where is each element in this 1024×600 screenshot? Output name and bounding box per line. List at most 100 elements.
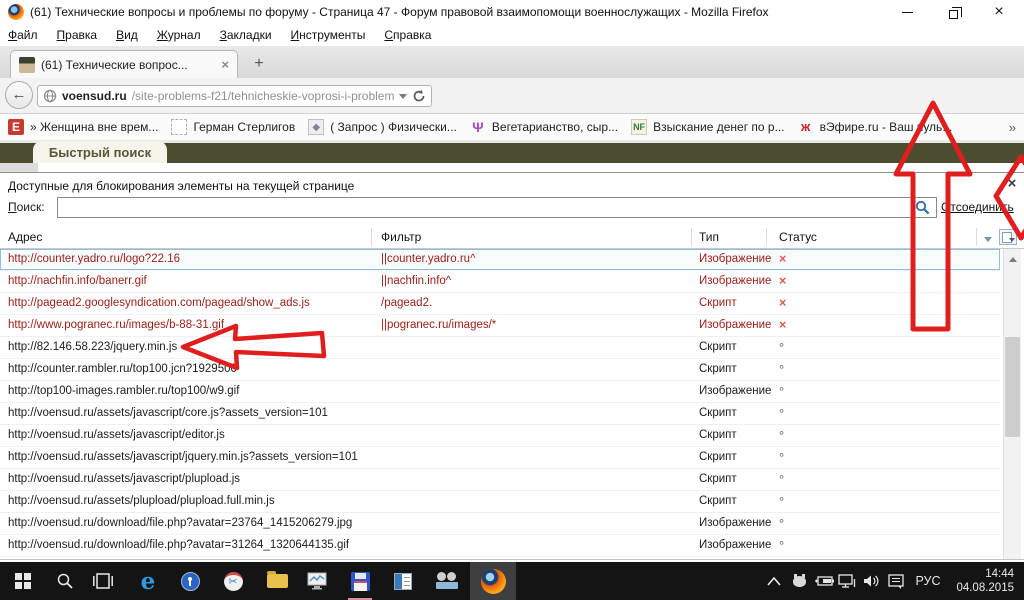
menu-item[interactable]: Файл xyxy=(8,28,38,42)
row-type: Скрипт xyxy=(699,293,737,314)
taskbar-firefox-button[interactable] xyxy=(472,562,514,600)
snipping-tool-button[interactable]: ✂ xyxy=(212,562,254,600)
table-row[interactable]: http://voensud.ru/download/file.php?avat… xyxy=(0,513,1000,535)
tray-expand-button[interactable] xyxy=(763,562,785,600)
taskbar-firefox-icon xyxy=(481,569,506,594)
bookmark-item[interactable]: Герман Стерлигов xyxy=(171,119,295,135)
bookmark-item[interactable]: жвЭфире.ru - Ваш пуль... xyxy=(798,119,953,135)
menu-item[interactable]: Справка xyxy=(384,28,431,42)
column-header-address[interactable]: Адрес xyxy=(8,230,42,244)
column-header-status[interactable]: Статус xyxy=(779,230,817,244)
flower-icon: Ψ xyxy=(470,119,486,135)
scrollbar-thumb[interactable] xyxy=(1005,337,1020,437)
panel-search-input[interactable] xyxy=(57,197,937,218)
row-address: http://counter.yadro.ru/logo?22.16 xyxy=(8,249,180,270)
bookmark-item[interactable]: NF Взыскание денег по р... xyxy=(631,119,785,135)
nf-badge-icon: NF xyxy=(631,119,647,135)
tab-active[interactable]: (61) Технические вопрос... × xyxy=(10,50,238,78)
menu-item[interactable]: Журнал xyxy=(157,28,201,42)
documents-app-button[interactable] xyxy=(382,562,424,600)
row-type: Скрипт xyxy=(699,425,737,446)
network-indicator[interactable] xyxy=(836,562,858,600)
row-type: Скрипт xyxy=(699,491,737,512)
row-type: Изображение xyxy=(699,381,771,402)
save-app-button[interactable] xyxy=(339,562,381,600)
language-indicator[interactable]: РУС xyxy=(910,562,946,600)
menu-item[interactable]: Закладки xyxy=(220,28,272,42)
table-row[interactable]: http://82.146.58.223/jquery.min.jsСкрипт… xyxy=(0,337,1000,359)
row-address: http://voensud.ru/assets/javascript/edit… xyxy=(8,425,225,446)
volume-indicator[interactable] xyxy=(860,562,884,600)
menu-item[interactable]: Вид xyxy=(116,28,138,42)
table-row[interactable]: http://voensud.ru/assets/javascript/plup… xyxy=(0,469,1000,491)
row-status-icon: ° xyxy=(779,337,784,358)
column-header-filter[interactable]: Фильтр xyxy=(381,230,421,244)
edge-button[interactable]: e xyxy=(127,562,169,600)
tab-close-icon[interactable]: × xyxy=(221,57,229,72)
table-row[interactable]: http://pagead2.googlesyndication.com/pag… xyxy=(0,293,1000,315)
row-address: http://voensud.ru/download/file.php?avat… xyxy=(8,535,349,556)
new-tab-button[interactable]: + xyxy=(246,54,272,76)
table-row[interactable]: http://nachfin.info/banerr.gif||nachfin.… xyxy=(0,271,1000,293)
restore-button[interactable] xyxy=(936,0,970,24)
bookmark-label: Герман Стерлигов xyxy=(193,120,295,134)
row-address: http://voensud.ru/download/file.php?avat… xyxy=(8,513,352,534)
bookmark-label: Взыскание денег по р... xyxy=(653,120,785,134)
close-window-button[interactable]: × xyxy=(982,0,1016,24)
table-row[interactable]: http://voensud.ru/assets/javascript/core… xyxy=(0,403,1000,425)
bookmark-item[interactable]: ◆( Запрос ) Физически... xyxy=(308,119,457,135)
table-row[interactable]: http://counter.rambler.ru/top100.jcn?192… xyxy=(0,359,1000,381)
panel-search-label: Поиск: xyxy=(8,200,45,214)
table-row[interactable]: http://counter.yadro.ru/logo?22.16||coun… xyxy=(0,249,1000,271)
file-explorer-button[interactable] xyxy=(256,562,298,600)
movie-maker-button[interactable] xyxy=(426,562,468,600)
task-view-button[interactable] xyxy=(82,562,124,600)
panel-search-icon[interactable] xyxy=(915,200,930,215)
action-center-button[interactable] xyxy=(885,562,907,600)
table-row[interactable]: http://voensud.ru/download/file.php?avat… xyxy=(0,535,1000,557)
menu-item[interactable]: Правка xyxy=(57,28,98,42)
taskbar-search-button[interactable] xyxy=(44,562,86,600)
bookmark-item[interactable]: ΨВегетарианство, сыр... xyxy=(470,119,618,135)
globe-icon xyxy=(43,89,57,103)
resource-monitor-button[interactable] xyxy=(296,562,338,600)
table-row[interactable]: http://voensud.ru/assets/plupload/pluplo… xyxy=(0,491,1000,513)
floppy-icon xyxy=(351,572,370,591)
table-row[interactable]: http://www.pogranec.ru/images/b-88-31.gi… xyxy=(0,315,1000,337)
url-dropdown-icon[interactable] xyxy=(399,94,407,99)
start-button[interactable] xyxy=(2,562,44,600)
back-button[interactable]: ← xyxy=(5,81,33,109)
reload-icon[interactable] xyxy=(412,89,426,103)
page-content-strip xyxy=(0,163,1024,172)
row-type: Изображение xyxy=(699,315,771,336)
clock[interactable]: 14:44 04.08.2015 xyxy=(946,562,1018,600)
url-bar[interactable]: voensud.ru /site-problems-f21/tehnichesk… xyxy=(37,85,432,107)
tray-app-button[interactable] xyxy=(789,562,809,600)
scrollbar-up-icon[interactable] xyxy=(1004,251,1021,266)
row-status-icon: ° xyxy=(779,359,784,380)
column-picker-icon[interactable] xyxy=(999,229,1017,245)
row-status-icon: ° xyxy=(779,447,784,468)
row-address: http://top100-images.rambler.ru/top100/w… xyxy=(8,381,239,402)
e-badge-icon: E xyxy=(8,119,24,135)
documents-icon xyxy=(394,573,412,590)
keepass-button[interactable] xyxy=(169,562,211,600)
row-filter: ||nachfin.info^ xyxy=(381,271,451,292)
bookmarks-overflow-icon[interactable]: » xyxy=(1009,120,1016,135)
bookmark-item[interactable]: E» Женщина вне врем... xyxy=(8,119,158,135)
table-row[interactable]: http://voensud.ru/assets/javascript/edit… xyxy=(0,425,1000,447)
minimize-button[interactable] xyxy=(890,0,924,24)
battery-indicator[interactable] xyxy=(812,562,836,600)
battery-icon xyxy=(814,575,834,587)
table-row[interactable]: http://top100-images.rambler.ru/top100/w… xyxy=(0,381,1000,403)
column-header-type[interactable]: Тип xyxy=(699,230,719,244)
quick-search-tab[interactable]: Быстрый поиск xyxy=(33,141,167,163)
vertical-scrollbar[interactable] xyxy=(1003,249,1021,559)
table-row[interactable]: http://voensud.ru/assets/javascript/jque… xyxy=(0,447,1000,469)
panel-close-icon[interactable]: × xyxy=(1002,175,1022,193)
row-address: http://counter.rambler.ru/top100.jcn?192… xyxy=(8,359,237,380)
menu-item[interactable]: Инструменты xyxy=(291,28,366,42)
row-address: http://pagead2.googlesyndication.com/pag… xyxy=(8,293,310,314)
detach-link[interactable]: Отсоединить xyxy=(941,200,1014,214)
row-filter: /pagead2. xyxy=(381,293,432,314)
